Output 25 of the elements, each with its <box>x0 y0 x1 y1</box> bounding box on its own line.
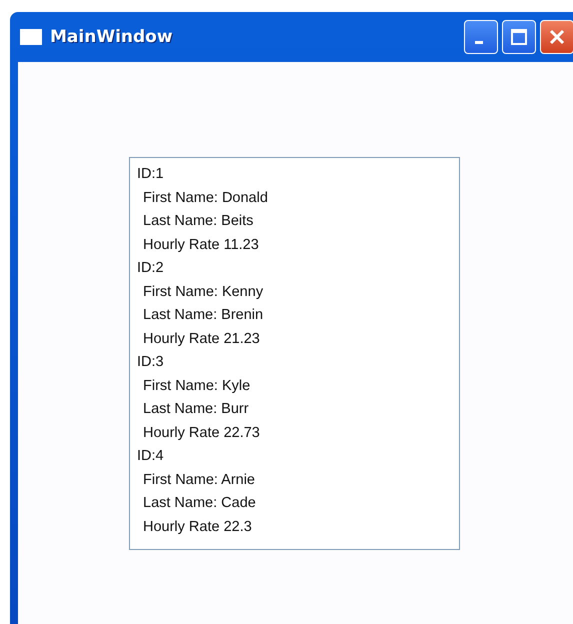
close-icon <box>548 28 566 46</box>
window-icon <box>20 29 42 45</box>
record-id: ID:2 <box>137 259 165 278</box>
maximize-button[interactable] <box>502 20 536 54</box>
record-line: Last Name: Cade <box>142 494 257 513</box>
record-line: Last Name: Burr <box>142 400 250 419</box>
record-id: ID:1 <box>137 165 165 184</box>
record-line: First Name: Arnie <box>142 470 256 490</box>
record-line: Last Name: Brenin <box>142 306 264 325</box>
record-line: Last Name: Beits <box>142 212 254 231</box>
record-line: Hourly Rate 11.23 <box>142 236 260 254</box>
maximize-icon <box>510 28 528 46</box>
record-line: Hourly Rate 21.23 <box>142 330 261 348</box>
record-id: ID:4 <box>137 447 165 466</box>
record-line: Hourly Rate 22.3 <box>142 518 253 536</box>
record-line: First Name: Donald <box>142 188 269 208</box>
list-box[interactable] <box>129 157 460 550</box>
record-line: Hourly Rate 22.73 <box>142 424 261 442</box>
record-id: ID:3 <box>137 353 165 372</box>
minimize-icon <box>475 40 483 44</box>
window-title: MainWindow <box>50 27 174 47</box>
record-line: First Name: Kyle <box>142 376 252 396</box>
close-button[interactable] <box>540 20 573 54</box>
minimize-button[interactable] <box>464 20 498 54</box>
record-line: First Name: Kenny <box>142 282 264 302</box>
